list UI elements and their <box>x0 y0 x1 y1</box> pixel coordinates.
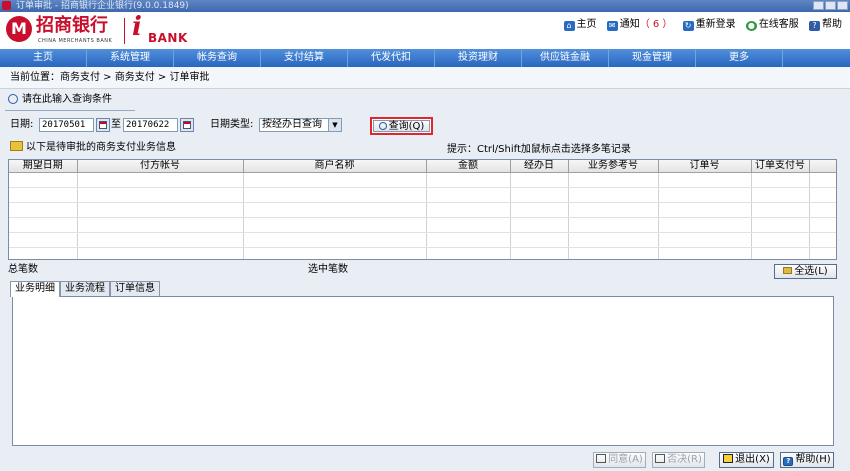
start-date-input[interactable]: 20170501 <box>39 118 94 132</box>
approve-icon <box>596 454 607 463</box>
home-link[interactable]: ⌂ 主页 <box>563 15 597 31</box>
column-header[interactable]: 业务参考号 <box>568 160 659 173</box>
column-header[interactable]: 经办日 <box>510 160 569 173</box>
column-header <box>809 160 836 173</box>
nav-item-home[interactable]: 主页 <box>0 49 87 67</box>
detail-panel <box>12 296 834 446</box>
table-row[interactable] <box>9 232 836 248</box>
end-date-input[interactable]: 20170622 <box>123 118 178 132</box>
window-title: 订单审批 - 招商银行企业银行(9.0.0.1849) <box>16 1 189 11</box>
table-header-row: 期望日期 付方帐号 商户名称 金额 经办日 业务参考号 订单号 订单支付号 <box>9 160 836 173</box>
relogin-icon: ↻ <box>682 21 694 31</box>
minimize-button[interactable] <box>813 1 824 10</box>
app-icon <box>2 1 11 10</box>
table-row[interactable] <box>9 217 836 233</box>
column-header[interactable]: 付方帐号 <box>77 160 244 173</box>
table-row[interactable] <box>9 187 836 203</box>
main-nav: 主页 系统管理 帐务查询 支付结算 代发代扣 投资理财 供应链金融 现金管理 更… <box>0 49 850 67</box>
maximize-button[interactable] <box>825 1 836 10</box>
help-icon: ? <box>809 21 820 31</box>
list-title: 以下是待审批的商务支付业务信息 <box>10 140 176 156</box>
column-header[interactable]: 订单号 <box>658 160 752 173</box>
results-table[interactable]: 期望日期 付方帐号 商户名称 金额 经办日 业务参考号 订单号 订单支付号 <box>8 159 837 260</box>
search-icon <box>8 94 18 104</box>
bank-name: 招商银行 <box>36 15 108 36</box>
service-icon: ● <box>745 21 757 31</box>
nav-item-cash[interactable]: 现金管理 <box>609 49 696 67</box>
total-count-label: 总笔数 <box>8 264 38 275</box>
column-header[interactable]: 期望日期 <box>9 160 78 173</box>
table-row[interactable] <box>9 172 836 188</box>
selected-count-label: 选中笔数 <box>308 264 348 275</box>
nav-item-system[interactable]: 系统管理 <box>87 49 174 67</box>
query-header: 请在此输入查询条件 <box>8 93 112 107</box>
notify-count: （ 6 ） <box>639 19 673 30</box>
dropdown-arrow-icon: ▼ <box>328 119 341 131</box>
approve-button[interactable]: 同意(A) <box>593 452 646 468</box>
select-all-button[interactable]: 全选(L) <box>774 264 837 279</box>
date-type-select[interactable]: 按经办日查询 ▼ <box>259 118 342 132</box>
calendar-icon[interactable] <box>180 118 194 132</box>
nav-item-more[interactable]: 更多 <box>696 49 783 67</box>
help-button[interactable]: ? 帮助(H) <box>780 452 834 468</box>
relogin-link[interactable]: ↻ 重新登录 <box>682 15 736 31</box>
table-row[interactable] <box>9 247 836 259</box>
tab-business-flow[interactable]: 业务流程 <box>60 281 110 296</box>
app-header: M 招商银行 CHINA MERCHANTS BANK i BANK ⌂ 主页 ✉… <box>0 12 850 49</box>
tab-business-detail[interactable]: 业务明细 <box>10 281 60 297</box>
folder-icon <box>10 141 23 151</box>
table-row[interactable] <box>9 202 836 218</box>
query-divider <box>5 110 135 111</box>
home-icon: ⌂ <box>563 21 575 31</box>
hint-text: 提示：Ctrl/Shift加鼠标点击选择多笔记录 <box>447 144 631 155</box>
search-icon <box>378 122 387 130</box>
reject-button[interactable]: 否决(R) <box>652 452 705 468</box>
date-type-label: 日期类型: <box>210 119 254 130</box>
logo-divider <box>124 18 125 44</box>
column-header[interactable]: 订单支付号 <box>751 160 810 173</box>
notify-icon: ✉ <box>606 21 618 31</box>
top-links: ⌂ 主页 ✉ 通知（ 6 ） ↻ 重新登录 ● 在线客服 ? 帮助 <box>557 15 842 31</box>
notify-link[interactable]: ✉ 通知（ 6 ） <box>606 15 673 31</box>
exit-button[interactable]: 退出(X) <box>719 452 774 468</box>
close-button[interactable] <box>837 1 848 10</box>
ibank-logo-i: i <box>132 12 142 42</box>
column-header[interactable]: 商户名称 <box>243 160 427 173</box>
nav-item-supply-chain[interactable]: 供应链金融 <box>522 49 609 67</box>
to-label: 至 <box>111 119 121 130</box>
exit-icon <box>723 454 734 463</box>
help-icon: ? <box>783 457 794 466</box>
query-button[interactable]: 查询(Q) <box>370 117 433 135</box>
nav-item-investment[interactable]: 投资理财 <box>435 49 522 67</box>
tab-order-info[interactable]: 订单信息 <box>110 281 160 296</box>
reject-icon <box>655 454 666 463</box>
select-all-icon <box>783 267 793 274</box>
breadcrumb: 当前位置：商务支付 > 商务支付 > 订单审批 <box>0 67 850 89</box>
nav-item-agency[interactable]: 代发代扣 <box>348 49 435 67</box>
nav-item-payment[interactable]: 支付结算 <box>261 49 348 67</box>
bank-name-en: CHINA MERCHANTS BANK <box>38 38 113 44</box>
nav-item-account-query[interactable]: 帐务查询 <box>174 49 261 67</box>
ibank-logo-text: BANK <box>148 31 188 45</box>
date-label: 日期: <box>10 119 34 130</box>
column-header[interactable]: 金额 <box>426 160 511 173</box>
window-titlebar: 订单审批 - 招商银行企业银行(9.0.0.1849) <box>0 0 850 12</box>
service-link[interactable]: ● 在线客服 <box>745 15 799 31</box>
calendar-icon[interactable] <box>96 118 110 132</box>
help-link[interactable]: ? 帮助 <box>809 15 842 31</box>
bank-logo-icon: M <box>6 16 32 42</box>
